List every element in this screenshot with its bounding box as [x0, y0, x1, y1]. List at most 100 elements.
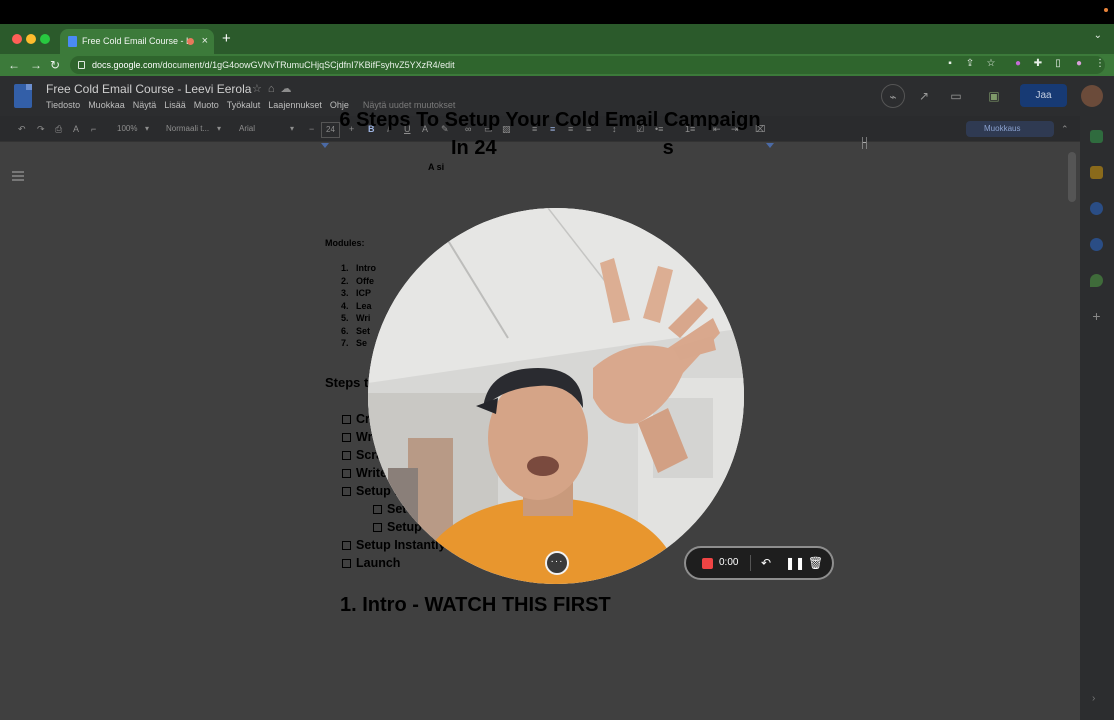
- move-folder-icon[interactable]: ⌂: [268, 83, 281, 95]
- pause-icon[interactable]: ❚❚: [785, 555, 805, 571]
- reload-icon[interactable]: ↻: [50, 57, 60, 73]
- style-select[interactable]: Normaali t...: [166, 122, 209, 136]
- tab-search-chevron-icon[interactable]: ⌄: [1094, 30, 1102, 41]
- vertical-scrollbar[interactable]: [1068, 152, 1076, 202]
- doc-title-line2-end: s: [662, 137, 674, 159]
- keep-icon[interactable]: [1090, 166, 1103, 179]
- list-item: 1. Intro: [341, 263, 376, 273]
- redo-icon[interactable]: ↷: [37, 122, 45, 136]
- collapse-menus-icon[interactable]: ⌃: [1061, 122, 1069, 136]
- checkbox[interactable]: [342, 415, 351, 424]
- modules-list: 1. Intro 2. Offe 3. ICP 4. Lea 5. Wri 6. Set 7…: [341, 262, 376, 350]
- document-outline-icon[interactable]: [12, 171, 24, 181]
- restart-icon[interactable]: ↶: [761, 555, 771, 571]
- spellcheck-icon[interactable]: A: [73, 122, 79, 136]
- document-title[interactable]: Free Cold Email Course - Leevi Eerola: [46, 82, 251, 96]
- stop-recording-button[interactable]: [702, 558, 713, 569]
- webcam-more-options-button[interactable]: ···: [545, 551, 569, 575]
- forward-arrow-icon[interactable]: →: [30, 57, 42, 73]
- editing-mode-label: Muokkaus: [984, 124, 1021, 133]
- bookmark-star-icon[interactable]: ☆: [985, 58, 997, 70]
- checkbox[interactable]: [342, 487, 351, 496]
- avatar[interactable]: [1081, 85, 1103, 107]
- window-minimize-button[interactable]: [26, 34, 36, 44]
- extensions-puzzle-icon[interactable]: ✚: [1032, 58, 1044, 70]
- doc-title-heading: 6 Steps To Setup Your Cold Email Campaig…: [330, 106, 770, 162]
- checkbox[interactable]: [373, 523, 382, 532]
- docs-logo-icon[interactable]: [14, 84, 32, 108]
- share-button[interactable]: Jaa: [1020, 84, 1067, 107]
- checkbox[interactable]: [342, 559, 351, 568]
- new-tab-button[interactable]: +: [222, 29, 231, 49]
- star-icon[interactable]: ☆: [252, 83, 268, 95]
- window-zoom-button[interactable]: [40, 34, 50, 44]
- profile-avatar-icon[interactable]: ●: [1073, 58, 1085, 70]
- editing-mode-select[interactable]: Muokkaus: [966, 121, 1054, 137]
- maps-icon[interactable]: [1090, 274, 1103, 287]
- side-panel-rail: +: [1080, 116, 1114, 720]
- browser-tab-strip: Free Cold Email Course - L ×: [0, 24, 1114, 54]
- checkbox[interactable]: [342, 541, 351, 550]
- extension-loom-icon[interactable]: ●: [1012, 58, 1024, 70]
- cloud-saved-icon: ☁: [280, 83, 298, 95]
- add-addon-icon[interactable]: +: [1090, 309, 1103, 323]
- activity-icon[interactable]: ↗: [912, 84, 936, 108]
- menu-format[interactable]: Muoto: [194, 100, 219, 110]
- menu-view[interactable]: Näytä: [133, 100, 157, 110]
- delete-trash-icon[interactable]: 🗑: [808, 555, 823, 571]
- address-bar-row: ← → ↻ docs.google.com/document/d/1gG4oow…: [0, 54, 1114, 76]
- back-arrow-icon[interactable]: ←: [8, 57, 20, 73]
- docs-favicon-icon: [68, 36, 77, 47]
- contacts-icon[interactable]: [1090, 238, 1103, 251]
- webcam-bubble[interactable]: [368, 208, 744, 584]
- sheets-icon[interactable]: [1090, 130, 1103, 143]
- zoom-select[interactable]: 100%: [117, 122, 137, 136]
- menu-extensions[interactable]: Laajennukset: [268, 100, 322, 110]
- modules-label: Modules:: [325, 238, 365, 248]
- tab-close-button[interactable]: ×: [202, 29, 208, 54]
- menu-file[interactable]: Tiedosto: [46, 100, 80, 110]
- last-edit-icon[interactable]: ⌁: [881, 84, 905, 108]
- checkbox[interactable]: [373, 505, 382, 514]
- menu-insert[interactable]: Lisää: [164, 100, 186, 110]
- tasks-icon[interactable]: [1090, 202, 1103, 215]
- recording-indicator-icon: [1104, 8, 1108, 12]
- list-item: 3. ICP: [341, 288, 372, 298]
- paint-format-icon[interactable]: ⌐: [91, 122, 96, 136]
- divider: [750, 555, 751, 571]
- share-page-icon[interactable]: ⇪: [964, 58, 976, 70]
- browser-menu-icon[interactable]: ⋮: [1094, 58, 1106, 70]
- intro-heading: 1. Intro - WATCH THIS FIRST: [340, 594, 611, 616]
- list-item: 4. Lea: [341, 300, 372, 311]
- window-close-button[interactable]: [12, 34, 22, 44]
- meet-icon[interactable]: ▣: [982, 84, 1006, 108]
- checkbox[interactable]: [342, 469, 351, 478]
- menu-tools[interactable]: Työkalut: [227, 100, 261, 110]
- comments-icon[interactable]: ▭: [944, 84, 968, 108]
- tab-title: Free Cold Email Course - L: [82, 36, 192, 46]
- list-item: 7. Se: [341, 338, 368, 348]
- list-item: 5. Wri: [341, 313, 371, 323]
- print-icon[interactable]: ⎙: [55, 122, 62, 136]
- undo-icon[interactable]: ↶: [18, 122, 26, 136]
- browser-tab-docs[interactable]: Free Cold Email Course - L ×: [60, 29, 214, 54]
- chevron-down-icon: ▾: [217, 124, 222, 133]
- recording-timer: 0:00: [719, 557, 739, 568]
- decrease-font-icon[interactable]: −: [309, 122, 314, 136]
- checkbox[interactable]: [342, 433, 351, 442]
- camera-icon[interactable]: ▪: [944, 58, 956, 70]
- text-cursor-icon: [862, 137, 867, 149]
- font-select[interactable]: Arial: [239, 122, 255, 136]
- side-panel-icon[interactable]: ▯: [1052, 58, 1064, 70]
- list-item: 6. Set: [341, 325, 371, 336]
- chevron-down-icon: ▾: [145, 124, 150, 133]
- menu-edit[interactable]: Muokkaa: [88, 100, 125, 110]
- recording-controls: 0:00 ↶ ❚❚ 🗑: [684, 546, 834, 580]
- checkbox[interactable]: [342, 451, 351, 460]
- left-indent-marker[interactable]: [321, 143, 329, 148]
- chevron-down-icon: ▾: [290, 124, 295, 133]
- webcam-feed: [368, 208, 744, 584]
- doc-title-line1: 6 Steps To Setup Your Cold Email Campaig…: [339, 109, 761, 131]
- chevron-right-icon[interactable]: ›: [1092, 693, 1095, 704]
- doc-title-line2: In 24: [451, 137, 497, 159]
